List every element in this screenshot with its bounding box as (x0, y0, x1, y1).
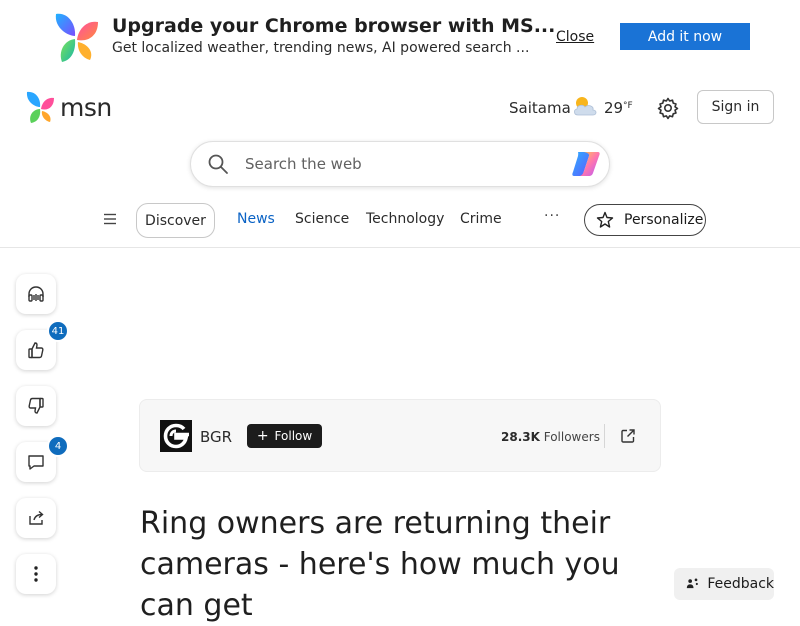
listen-button[interactable] (16, 274, 56, 314)
msn-logo[interactable]: msn (24, 90, 112, 124)
share-icon (29, 510, 44, 525)
plus-icon: + (256, 428, 269, 444)
nav-news[interactable]: News (237, 211, 275, 227)
headphones-icon (28, 286, 44, 302)
feedback-icon (686, 578, 698, 589)
feedback-label: Feedback (707, 576, 774, 592)
promo-subtitle: Get localized weather, trending news, AI… (112, 40, 530, 56)
personalize-label: Personalize (624, 212, 704, 228)
temperature-unit: °F (623, 101, 633, 111)
article-headline: Ring owners are returning their cameras … (140, 506, 620, 623)
personalize-button[interactable]: Personalize (584, 204, 706, 236)
open-external-icon[interactable] (620, 428, 636, 444)
promo-title: Upgrade your Chrome browser with MS... (112, 15, 556, 37)
menu-hamburger-icon[interactable] (101, 210, 119, 228)
search-icon (207, 153, 229, 175)
temperature-value[interactable]: 29 (604, 99, 623, 117)
msn-wordmark: msn (60, 92, 112, 122)
partly-cloudy-icon[interactable] (571, 94, 599, 118)
header-divider (0, 247, 800, 248)
source-name[interactable]: BGR (200, 428, 232, 446)
vertical-ellipsis-icon (34, 566, 38, 582)
share-button[interactable] (16, 498, 56, 538)
bgr-logo[interactable] (160, 420, 192, 452)
comment-icon (28, 455, 44, 470)
sparkle-star-icon (596, 211, 614, 228)
nav-discover[interactable]: Discover (136, 203, 215, 238)
add-extension-button[interactable]: Add it now (620, 23, 750, 50)
nav-science[interactable]: Science (295, 211, 349, 227)
nav-crime[interactable]: Crime (460, 211, 502, 227)
msn-logo-icon (26, 91, 54, 123)
followers-label: Followers (543, 430, 600, 444)
dislike-button[interactable] (16, 386, 56, 426)
comment-count-badge: 4 (47, 435, 69, 457)
msn-butterfly-logo (48, 10, 102, 64)
feedback-button[interactable]: Feedback (674, 568, 774, 600)
settings-gear-icon[interactable] (656, 96, 680, 120)
more-options-button[interactable] (16, 554, 56, 594)
promo-close-link[interactable]: Close (556, 29, 594, 45)
copilot-icon[interactable] (570, 149, 602, 179)
nav-more-button[interactable]: ··· (544, 208, 560, 224)
thumbs-up-icon (28, 342, 44, 359)
follow-label: Follow (274, 429, 313, 443)
sign-in-button[interactable]: Sign in (697, 90, 774, 124)
thumbs-down-icon (28, 397, 44, 414)
followers-count: 28.3K Followers (501, 430, 600, 444)
card-separator (604, 424, 605, 448)
search-input[interactable] (245, 152, 545, 176)
followers-number: 28.3K (501, 430, 540, 444)
weather-location[interactable]: Saitama (509, 99, 571, 117)
nav-technology[interactable]: Technology (366, 211, 444, 227)
follow-button[interactable]: + Follow (247, 424, 322, 448)
like-count-badge: 41 (47, 320, 69, 342)
